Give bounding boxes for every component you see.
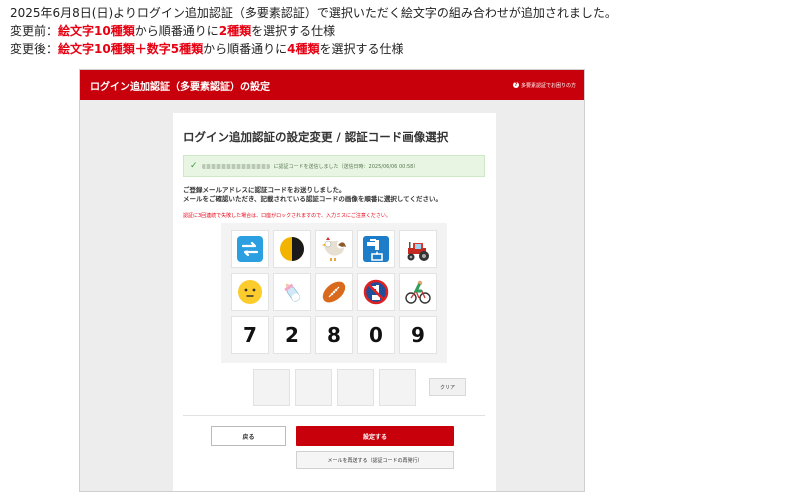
instruction-line-1: ご登録メールアドレスに認証コードをお送りしました。 [183, 186, 346, 194]
check-icon: ✓ [190, 161, 198, 171]
sent-notice: ✓ に認証コードを送信しました（送信日時：2025/06/06 00:58） [183, 155, 485, 177]
tile-repeat[interactable]: 1 [232, 231, 268, 267]
instruction-message: ご登録メールアドレスに認証コードをお送りしました。 メールをご確認いただき、記載… [183, 186, 442, 204]
after-highlight-2: 4種類 [287, 42, 320, 56]
no-drinking-water-icon [363, 279, 389, 305]
resend-email-button[interactable]: メールを再送する（認証コードの再発行） [296, 451, 454, 469]
screenshot-frame: ログイン追加認証（多要素認証）の設定 ? 多要素認証でお困りの方 ログイン追加認… [79, 69, 585, 492]
notice-text: に認証コードを送信しました（送信日時：2025/06/06 00:58） [273, 163, 419, 170]
tile-tractor[interactable] [400, 231, 436, 267]
back-button[interactable]: 戻る [211, 426, 286, 446]
selection-slot-2 [295, 369, 332, 406]
tile-cyclist[interactable] [400, 274, 436, 310]
divider [183, 415, 485, 416]
after-label: 変更後： [10, 42, 59, 56]
before-text-2: を選択する仕様 [251, 24, 336, 38]
after-text-1: から順番通りに [203, 42, 288, 56]
after-text-2: を選択する仕様 [319, 42, 404, 56]
selection-slot-3 [337, 369, 374, 406]
water-tap-icon [363, 236, 389, 262]
clear-button[interactable]: クリア [429, 378, 466, 396]
intro-text: 2025年6月8日(日)よりログイン追加認証（多要素認証）で選択いただく絵文字の… [10, 4, 617, 58]
instruction-line-2: メールをご確認いただき、記載されている認証コードの画像を順番に選択してください。 [183, 195, 442, 203]
help-icon: ? [512, 82, 519, 88]
before-highlight-1: 絵文字10種類 [58, 24, 135, 38]
rugby-ball-icon [322, 281, 346, 303]
tile-rooster[interactable] [316, 231, 352, 267]
header-title: ログイン追加認証（多要素認証）の設定 [90, 81, 270, 93]
smiley-face-icon [238, 280, 262, 304]
before-text-1: から順番通りに [134, 24, 219, 38]
tile-number-5[interactable]: 9 [400, 317, 436, 353]
tile-smiley-face[interactable] [232, 274, 268, 310]
submit-button[interactable]: 設定する [296, 426, 454, 446]
intro-line-1: 2025年6月8日(日)よりログイン追加認証（多要素認証）で選択いただく絵文字の… [10, 6, 617, 20]
page-title: ログイン追加認証の設定変更 / 認証コード画像選択 [183, 130, 449, 144]
auth-card: ログイン追加認証の設定変更 / 認証コード画像選択 ✓ に認証コードを送信しまし… [173, 113, 496, 491]
repeat-icon: 1 [237, 236, 263, 262]
tile-water-tap[interactable] [358, 231, 394, 267]
help-link-label: 多要素認証でお困りの方 [520, 82, 576, 89]
cyclist-icon [405, 280, 431, 304]
tile-no-drinking-water[interactable] [358, 274, 394, 310]
tile-baby-bottle[interactable] [274, 274, 310, 310]
half-circle-icon [280, 237, 304, 261]
tile-number-3[interactable]: 8 [316, 317, 352, 353]
svg-text:1: 1 [245, 250, 249, 257]
tile-number-2[interactable]: 2 [274, 317, 310, 353]
intro-line-before: 変更前：絵文字10種類から順番通りに2種類を選択する仕様 [10, 22, 617, 40]
tile-rugby-ball[interactable] [316, 274, 352, 310]
header-bar: ログイン追加認証（多要素認証）の設定 ? 多要素認証でお困りの方 [80, 70, 584, 100]
baby-bottle-icon [284, 283, 301, 302]
tile-number-1[interactable]: 7 [232, 317, 268, 353]
before-highlight-2: 2種類 [218, 24, 252, 38]
help-link[interactable]: ? 多要素認証でお困りの方 [512, 82, 576, 89]
masked-email [201, 163, 270, 169]
emoji-grid: 1 7 2 8 0 9 [221, 223, 447, 363]
before-label: 変更前： [10, 24, 59, 38]
tile-number-4[interactable]: 0 [358, 317, 394, 353]
lock-warning: 認証に3回連続で失敗した場合は、口座がロックされますので、入力ミスにご注意くださ… [183, 213, 391, 219]
selection-slot-1 [253, 369, 290, 406]
rooster-icon [322, 237, 346, 261]
tile-half-circle[interactable] [274, 231, 310, 267]
intro-line-after: 変更後：絵文字10種類＋数字5種類から順番通りに4種類を選択する仕様 [10, 40, 617, 58]
selection-slot-4 [379, 369, 416, 406]
tractor-icon [407, 242, 429, 261]
after-highlight-1: 絵文字10種類＋数字5種類 [58, 42, 204, 56]
